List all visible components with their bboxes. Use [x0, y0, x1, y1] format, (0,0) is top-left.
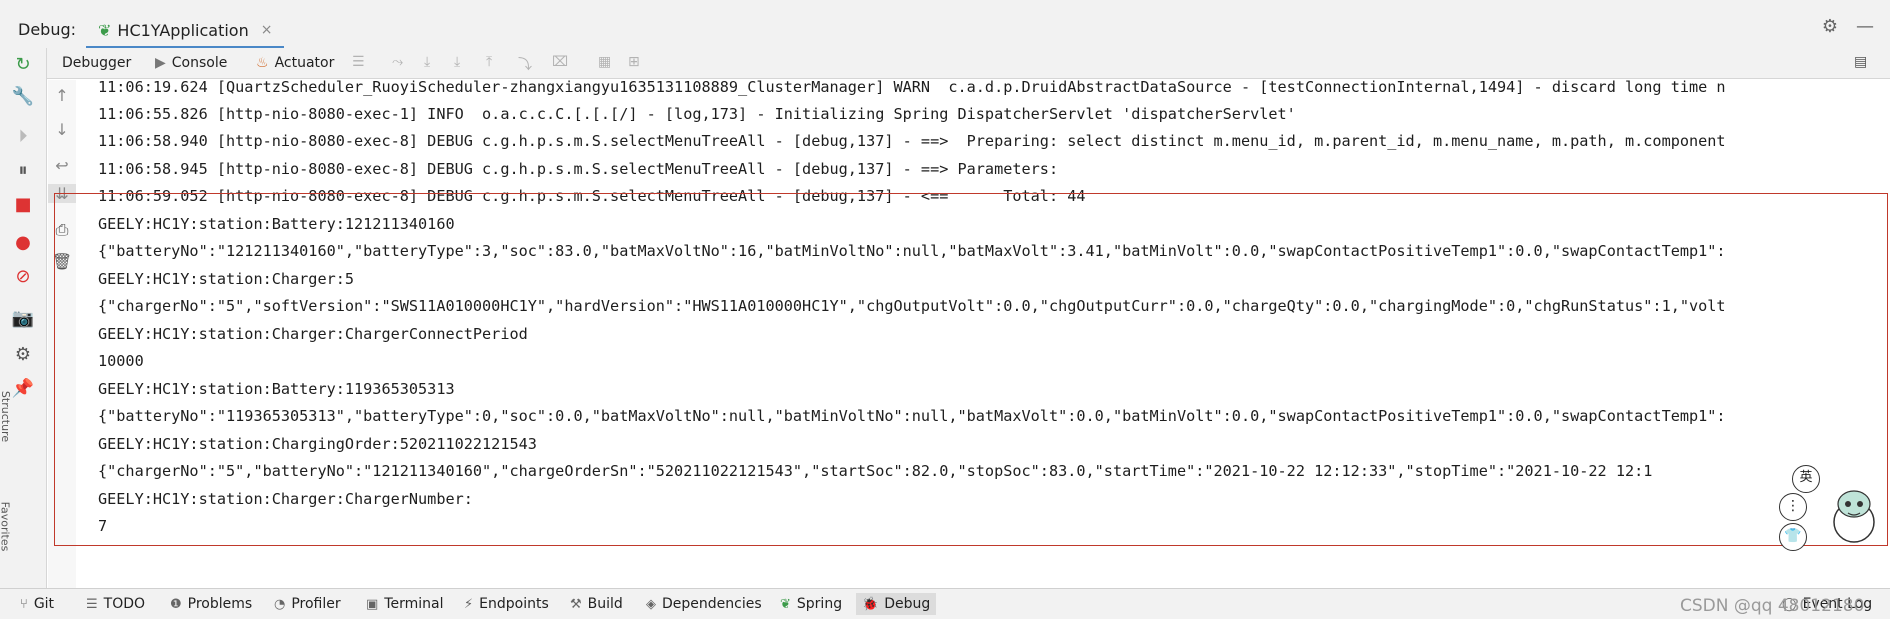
stop-icon[interactable]: ■: [0, 194, 46, 215]
close-icon[interactable]: ×: [261, 22, 273, 38]
git-label: Git: [33, 596, 55, 612]
step-into-icon[interactable]: ⤓: [424, 54, 430, 70]
panel-layout-icon[interactable]: ▤: [1854, 54, 1867, 70]
actuator-icon: ♨: [256, 55, 269, 71]
scroll-up-icon[interactable]: ↑: [48, 86, 76, 105]
terminal-label: Terminal: [384, 596, 444, 612]
spring-leaf-icon: ❦: [780, 596, 791, 612]
run-config-tab[interactable]: ❦ HC1YApplication ×: [86, 14, 285, 49]
debug-panel-label: Debug:: [18, 20, 77, 39]
tab-debugger[interactable]: Debugger: [62, 52, 131, 74]
console-icon: ▶: [155, 55, 166, 71]
build-label: Build: [587, 596, 623, 612]
force-step-into-icon[interactable]: ⤓: [454, 54, 460, 70]
dependencies-label: Dependencies: [662, 596, 762, 612]
todo-list-icon: ☰: [86, 596, 98, 612]
modify-config-icon[interactable]: 🔧: [0, 86, 46, 107]
rerun-icon[interactable]: ↻: [0, 54, 46, 75]
tool-window-bar: ⑂ Git ☰ TODO ❶ Problems ◔ Profiler ▣ Ter…: [0, 588, 1890, 619]
terminal-icon: ▣: [366, 596, 379, 612]
console-line: 11:06:58.940 [http-nio-8080-exec-8] DEBU…: [98, 132, 1726, 150]
step-over-icon[interactable]: ⤳: [392, 54, 403, 70]
actuator-tab-label: Actuator: [274, 55, 335, 71]
tab-endpoints[interactable]: ⚡ Endpoints: [464, 593, 549, 615]
tab-actuator[interactable]: ♨ Actuator: [256, 52, 334, 74]
tab-problems[interactable]: ❶ Problems: [170, 593, 252, 615]
debugger-tab-label: Debugger: [62, 55, 132, 71]
debug-toolbar: Debugger ▶ Console ♨ Actuator ☰ ⤳ ⤓ ⤓ ⤒ …: [0, 48, 1890, 79]
resume-icon[interactable]: ⏵: [0, 126, 46, 147]
tab-todo[interactable]: ☰ TODO: [86, 593, 145, 615]
tab-spring[interactable]: ❦ Spring: [780, 593, 842, 615]
tab-build[interactable]: ⚒ Build: [570, 593, 623, 615]
sticker-bubble: 英: [1792, 465, 1820, 493]
frames-icon[interactable]: ▦: [598, 54, 611, 70]
mute-breakpoints-icon[interactable]: ⊘: [0, 266, 46, 287]
gear-icon[interactable]: ⚙: [1822, 16, 1838, 37]
view-breakpoints-icon[interactable]: ●: [0, 232, 46, 253]
tab-terminal[interactable]: ▣ Terminal: [366, 593, 443, 615]
run-to-cursor-icon[interactable]: ⤵: [518, 54, 532, 74]
endpoints-icon: ⚡: [464, 596, 474, 612]
settings-icon[interactable]: ⚙: [0, 344, 46, 365]
spring-label: Spring: [796, 596, 843, 612]
tab-dependencies[interactable]: ◈ Dependencies: [646, 593, 762, 615]
console-line: 11:06:19.624 [QuartzScheduler_RuoyiSched…: [98, 78, 1726, 96]
favorites-tab[interactable]: Favorites: [0, 502, 11, 552]
dependencies-icon: ◈: [646, 596, 656, 612]
console-tab-label: Console: [171, 55, 228, 71]
sticker-shirt-icon: 👕: [1779, 523, 1807, 551]
tab-console[interactable]: ▶ Console: [155, 52, 227, 74]
tab-profiler[interactable]: ◔ Profiler: [274, 593, 341, 615]
todo-label: TODO: [103, 596, 146, 612]
profiler-icon: ◔: [274, 596, 286, 612]
sticker-face-icon: ⋮: [1779, 493, 1807, 521]
tab-git[interactable]: ⑂ Git: [20, 593, 54, 615]
run-tab-label: HC1YApplication: [117, 20, 249, 40]
side-tool-strip: Structure Favorites: [0, 380, 12, 580]
camera-icon[interactable]: 📷: [0, 308, 46, 329]
spring-leaf-icon: ❦: [98, 20, 112, 40]
problems-label: Problems: [187, 596, 253, 612]
soft-wrap-icon[interactable]: ↩: [48, 156, 76, 175]
endpoints-label: Endpoints: [479, 596, 549, 612]
console-line: 11:06:55.826 [http-nio-8080-exec-1] INFO…: [98, 105, 1296, 123]
debug-label: Debug: [884, 596, 931, 612]
structure-tab[interactable]: Structure: [0, 391, 12, 442]
layout-icon[interactable]: ☰: [352, 54, 365, 70]
csdn-watermark: CSDN @qq 48012180: [1680, 596, 1865, 616]
scroll-down-icon[interactable]: ↓: [48, 120, 76, 139]
step-out-icon[interactable]: ⤒: [486, 54, 492, 70]
console-line: 11:06:58.945 [http-nio-8080-exec-8] DEBU…: [98, 160, 1059, 178]
bug-icon: 🐞: [862, 596, 879, 612]
threads-icon[interactable]: ⊞: [628, 54, 640, 70]
evaluate-icon[interactable]: ⌧: [552, 54, 568, 70]
minimize-icon[interactable]: —: [1856, 16, 1874, 37]
profiler-label: Profiler: [291, 596, 341, 612]
annotation-highlight-box: [54, 193, 1888, 546]
problems-icon: ❶: [170, 596, 182, 612]
hammer-icon: ⚒: [570, 596, 582, 612]
pause-icon[interactable]: ⏸: [0, 160, 46, 181]
tab-debug[interactable]: 🐞 Debug: [856, 593, 937, 615]
meme-character-icon: [1833, 490, 1875, 543]
git-branch-icon: ⑂: [20, 596, 28, 612]
